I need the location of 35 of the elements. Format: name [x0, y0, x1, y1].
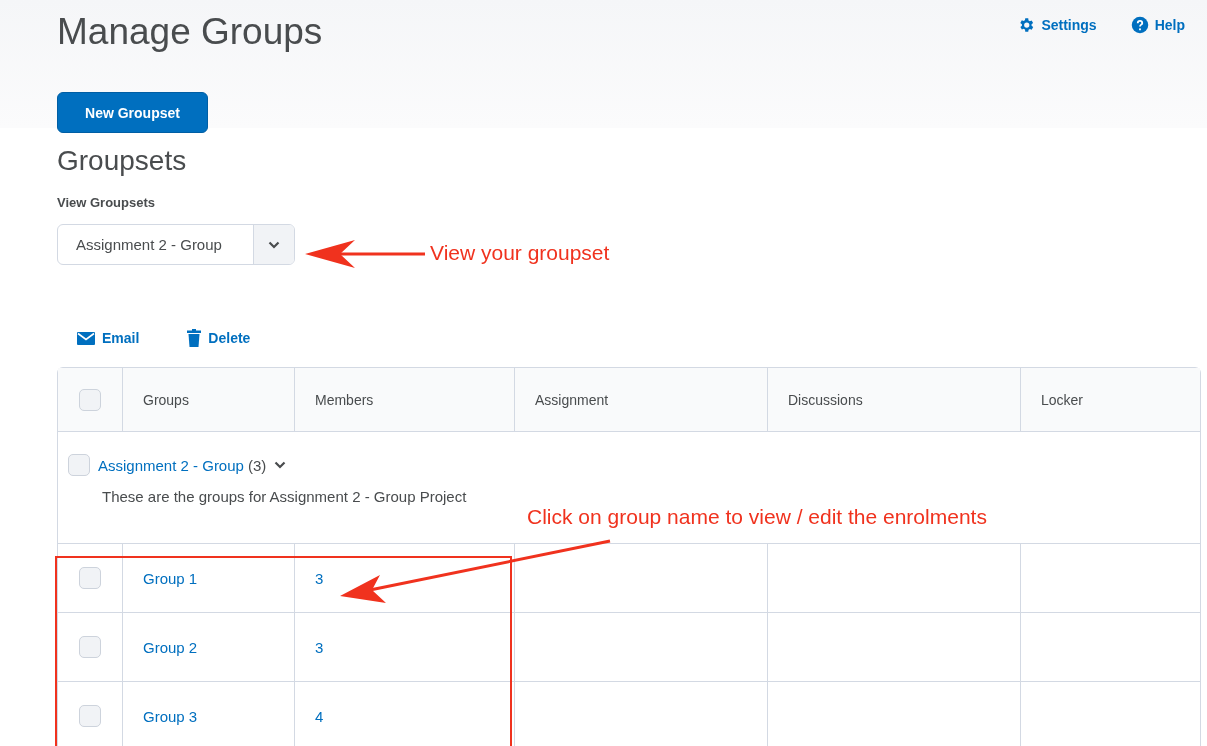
annotation-text: View your groupset: [430, 241, 610, 265]
members-link[interactable]: 3: [315, 569, 324, 587]
field-label: View Groupsets: [57, 195, 156, 210]
column-header: Members: [294, 368, 514, 431]
chevron-down-icon: [274, 461, 287, 469]
new-groupset-button[interactable]: New Groupset: [57, 92, 208, 133]
checkbox[interactable]: [79, 636, 101, 658]
delete-button[interactable]: Delete: [187, 329, 251, 347]
page-title: Manage Groups: [57, 10, 323, 54]
section-title: Groupsets: [57, 145, 188, 177]
group-link[interactable]: Group 1: [143, 569, 198, 587]
group-count: (3): [247, 456, 267, 474]
group-link[interactable]: Group 3: [143, 707, 198, 725]
email-button[interactable]: Email: [77, 329, 140, 347]
checkbox[interactable]: [68, 454, 90, 476]
members-link[interactable]: 4: [315, 707, 324, 725]
trash-icon: [187, 329, 202, 347]
checkbox[interactable]: [79, 567, 101, 589]
column-header: Groups: [122, 368, 294, 431]
chevron-down-icon: [268, 240, 280, 249]
group-link[interactable]: Group 2: [143, 638, 198, 656]
checkbox[interactable]: [79, 705, 101, 727]
groupset-link[interactable]: Assignment 2 - Group: [98, 456, 244, 474]
members-link[interactable]: 3: [315, 638, 324, 656]
mail-icon: [77, 331, 95, 345]
annotation-text: Click on group name to view / edit the enrolments: [527, 505, 987, 529]
settings-link[interactable]: Settings: [1017, 16, 1097, 34]
help-icon: [1130, 16, 1149, 34]
column-header: Locker: [1020, 368, 1200, 431]
help-link[interactable]: Help: [1130, 16, 1185, 34]
column-header: Discussions: [767, 368, 1020, 431]
column-header: Assignment: [514, 368, 767, 431]
groupset-select[interactable]: Assignment 2 - Group: [57, 224, 295, 265]
checkbox[interactable]: [79, 388, 101, 411]
groupset-description: These are the groups for Assignment 2 - Group Project: [102, 488, 468, 505]
